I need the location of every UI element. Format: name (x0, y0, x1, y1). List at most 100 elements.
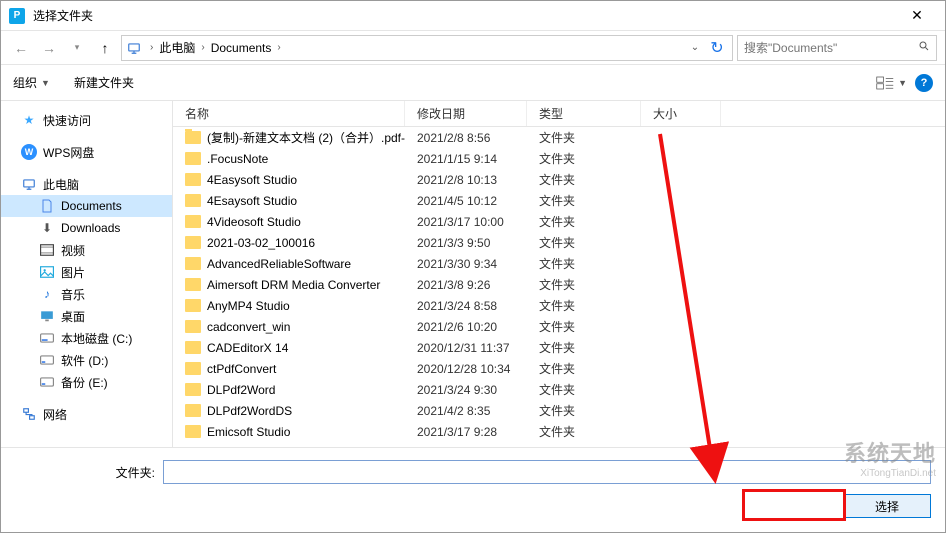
disk-icon (39, 352, 55, 368)
folder-icon (185, 152, 201, 165)
column-type[interactable]: 类型 (527, 101, 641, 126)
sidebar-downloads[interactable]: ⬇ Downloads (1, 217, 172, 239)
folder-row[interactable]: ctPdfConvert2020/12/28 10:34文件夹 (173, 358, 945, 379)
folder-name: (复制)-新建文本文档 (2)（合并）.pdf-2... (207, 129, 405, 146)
folder-icon (185, 215, 201, 228)
folder-date: 2021/3/30 9:34 (405, 257, 527, 271)
sidebar-disk-e[interactable]: 备份 (E:) (1, 371, 172, 393)
disk-icon (39, 374, 55, 390)
sidebar-item-label: 此电脑 (43, 176, 79, 193)
breadcrumb-pc[interactable]: 此电脑 (155, 39, 199, 56)
sidebar-item-label: Documents (61, 199, 122, 213)
picture-icon (39, 264, 55, 280)
toolbar: 组织 ▼ 新建文件夹 ▼ ? (1, 65, 945, 101)
folder-row[interactable]: DLPdf2Word2021/3/24 9:30文件夹 (173, 379, 945, 400)
sidebar-documents[interactable]: Documents (1, 195, 172, 217)
sidebar-wps[interactable]: W WPS网盘 (1, 141, 172, 163)
address-bar[interactable]: › 此电脑 › Documents › ⌄ ↻ (121, 35, 733, 61)
sidebar: ★ 快速访问 W WPS网盘 此电脑 (1, 101, 173, 447)
folder-date: 2021/3/24 9:30 (405, 383, 527, 397)
sidebar-item-label: WPS网盘 (43, 144, 94, 161)
folder-row[interactable]: Aimersoft DRM Media Converter2021/3/8 9:… (173, 274, 945, 295)
sidebar-item-label: 本地磁盘 (C:) (61, 330, 132, 347)
folder-name: AdvancedReliableSoftware (207, 257, 351, 271)
video-icon (39, 242, 55, 258)
sidebar-disk-d[interactable]: 软件 (D:) (1, 349, 172, 371)
sidebar-music[interactable]: ♪ 音乐 (1, 283, 172, 305)
folder-name: AnyMP4 Studio (207, 299, 290, 313)
folder-row[interactable]: Emicsoft Studio2021/3/17 9:28文件夹 (173, 421, 945, 442)
refresh-button[interactable]: ↻ (706, 38, 728, 58)
folder-date: 2021/2/8 10:13 (405, 173, 527, 187)
view-mode-button[interactable]: ▼ (876, 76, 907, 90)
folder-row[interactable]: 4Videosoft Studio2021/3/17 10:00文件夹 (173, 211, 945, 232)
folder-row[interactable]: .FocusNote2021/1/15 9:14文件夹 (173, 148, 945, 169)
recent-dropdown[interactable]: ▾ (65, 36, 89, 60)
sidebar-this-pc[interactable]: 此电脑 (1, 173, 172, 195)
desktop-icon (39, 308, 55, 324)
file-pane: 名称 修改日期 类型 大小 (复制)-新建文本文档 (2)（合并）.pdf-2.… (173, 101, 945, 447)
close-button[interactable]: ✕ (897, 7, 937, 24)
folder-type: 文件夹 (527, 318, 641, 335)
folder-date: 2021/3/17 10:00 (405, 215, 527, 229)
sidebar-network[interactable]: 网络 (1, 403, 172, 425)
folder-date: 2021/3/24 8:58 (405, 299, 527, 313)
pc-icon (126, 40, 142, 56)
folder-row[interactable]: AnyMP4 Studio2021/3/24 8:58文件夹 (173, 295, 945, 316)
new-folder-button[interactable]: 新建文件夹 (74, 74, 134, 91)
up-button[interactable]: ↑ (93, 36, 117, 60)
sidebar-quick-access[interactable]: ★ 快速访问 (1, 109, 172, 131)
folder-date: 2021/4/5 10:12 (405, 194, 527, 208)
wps-icon: W (21, 144, 37, 160)
sidebar-pictures[interactable]: 图片 (1, 261, 172, 283)
download-icon: ⬇ (39, 220, 55, 236)
back-button[interactable]: ← (9, 36, 33, 60)
folder-row[interactable]: DLPdf2WordDS2021/4/2 8:35文件夹 (173, 400, 945, 421)
file-list: (复制)-新建文本文档 (2)（合并）.pdf-2...2021/2/8 8:5… (173, 127, 945, 447)
folder-picker-window: P 选择文件夹 ✕ ← → ▾ ↑ › 此电脑 › Documents › ⌄ … (0, 0, 946, 533)
folder-row[interactable]: 4Esaysoft Studio2021/4/5 10:12文件夹 (173, 190, 945, 211)
address-dropdown[interactable]: ⌄ (684, 42, 706, 53)
folder-type: 文件夹 (527, 234, 641, 251)
bottom-panel: 文件夹: 选择 (1, 447, 945, 532)
chevron-down-icon: ▼ (898, 78, 907, 88)
folder-date: 2021/1/15 9:14 (405, 152, 527, 166)
folder-type: 文件夹 (527, 192, 641, 209)
column-date[interactable]: 修改日期 (405, 101, 527, 126)
chevron-down-icon: ▼ (41, 78, 50, 88)
app-icon: P (9, 8, 25, 24)
select-button[interactable]: 选择 (843, 494, 931, 518)
organize-button[interactable]: 组织 ▼ (13, 74, 50, 91)
folder-row[interactable]: CADEditorX 142020/12/31 11:37文件夹 (173, 337, 945, 358)
folder-icon (185, 194, 201, 207)
chevron-right-icon: › (275, 42, 282, 53)
folder-row[interactable]: AdvancedReliableSoftware2021/3/30 9:34文件… (173, 253, 945, 274)
search-box[interactable] (737, 35, 937, 61)
folder-date: 2021/3/17 9:28 (405, 425, 527, 439)
sidebar-video[interactable]: 视频 (1, 239, 172, 261)
sidebar-disk-c[interactable]: 本地磁盘 (C:) (1, 327, 172, 349)
folder-icon (185, 236, 201, 249)
folder-type: 文件夹 (527, 276, 641, 293)
folder-row[interactable]: 4Easysoft Studio2021/2/8 10:13文件夹 (173, 169, 945, 190)
folder-date: 2021/2/6 10:20 (405, 320, 527, 334)
help-button[interactable]: ? (915, 74, 933, 92)
breadcrumb-documents[interactable]: Documents (207, 41, 276, 55)
folder-row[interactable]: 2021-03-02_1000162021/3/3 9:50文件夹 (173, 232, 945, 253)
forward-button[interactable]: → (37, 36, 61, 60)
column-name[interactable]: 名称 (173, 101, 405, 126)
sidebar-desktop[interactable]: 桌面 (1, 305, 172, 327)
window-title: 选择文件夹 (33, 7, 897, 24)
search-input[interactable] (744, 41, 918, 55)
search-icon[interactable] (918, 40, 930, 55)
folder-name: .FocusNote (207, 152, 268, 166)
folder-name-row: 文件夹: (15, 460, 931, 484)
folder-date: 2021/3/3 9:50 (405, 236, 527, 250)
folder-row[interactable]: (复制)-新建文本文档 (2)（合并）.pdf-2...2021/2/8 8:5… (173, 127, 945, 148)
folder-icon (185, 425, 201, 438)
column-size[interactable]: 大小 (641, 101, 721, 126)
document-icon (39, 198, 55, 214)
folder-row[interactable]: cadconvert_win2021/2/6 10:20文件夹 (173, 316, 945, 337)
folder-name-input[interactable] (163, 460, 931, 484)
folder-icon (185, 131, 201, 144)
